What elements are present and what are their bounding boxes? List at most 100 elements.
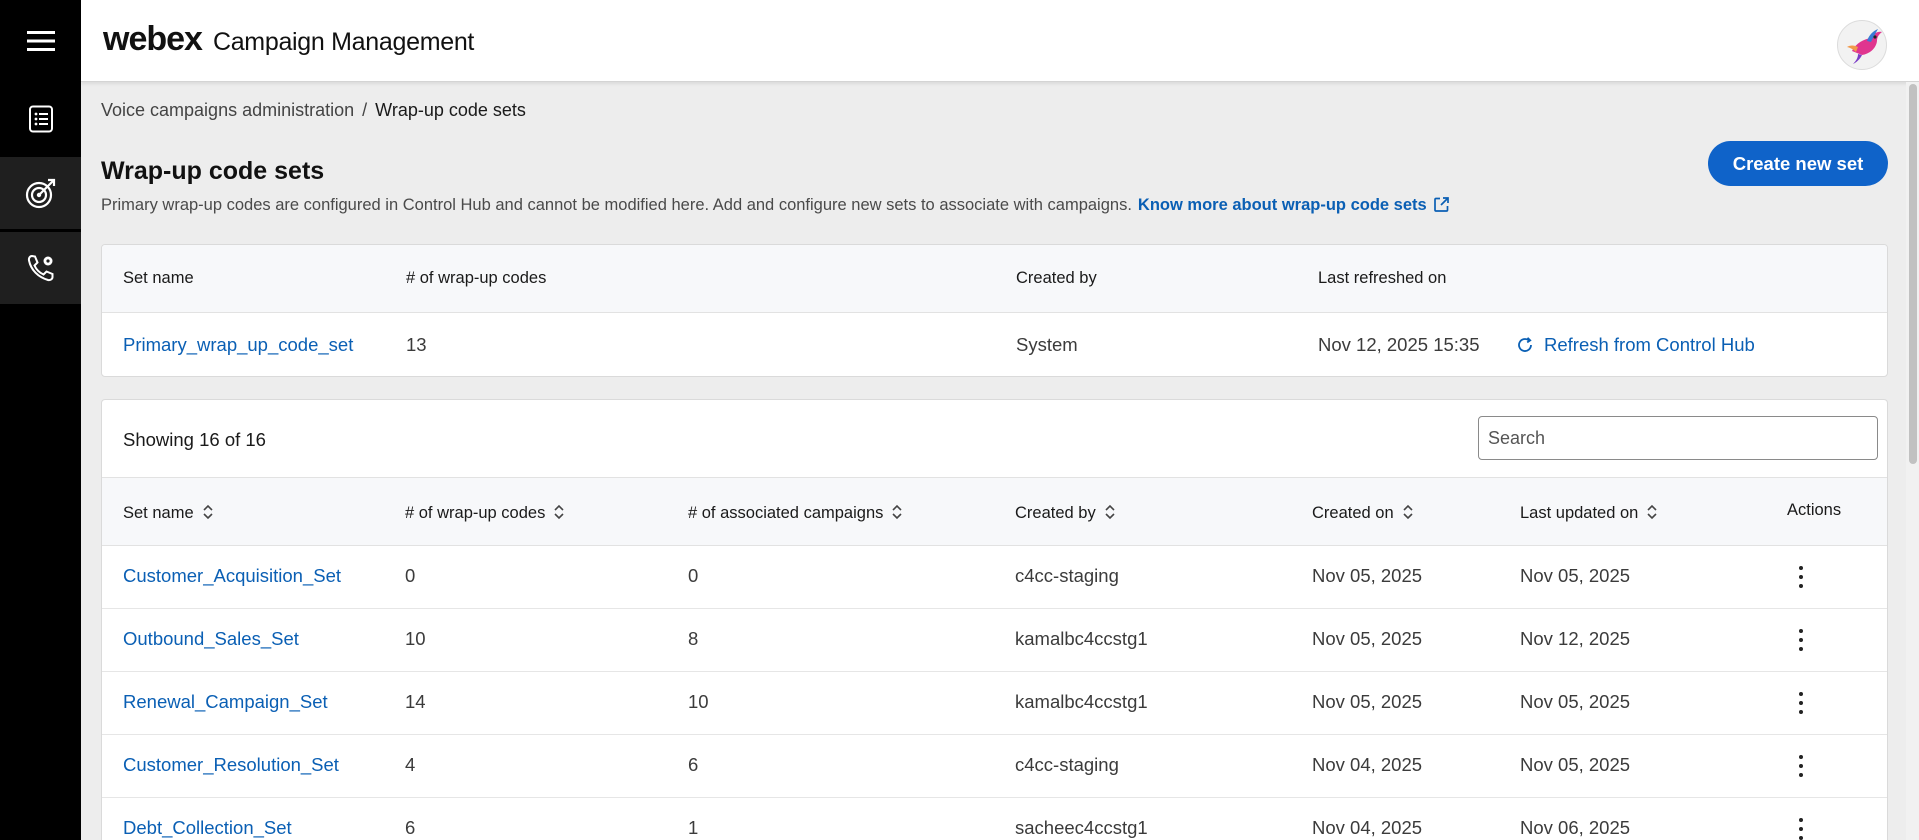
target-icon (25, 178, 55, 209)
know-more-link[interactable]: Know more about wrap-up code sets (1138, 196, 1450, 214)
table-row: Outbound_Sales_Set 10 8 kamalbc4ccstg1 Nov 0… (102, 609, 1887, 672)
scrollbar-thumb[interactable] (1909, 84, 1917, 464)
primary-codes-count: 13 (406, 334, 427, 355)
phone-settings-icon (27, 254, 53, 282)
sort-icon (203, 504, 213, 520)
hamburger-menu-icon (26, 31, 55, 51)
col-created-by: Created by (1016, 269, 1097, 287)
refresh-label: Refresh from Control Hub (1544, 334, 1755, 355)
external-link-icon (1433, 197, 1449, 212)
sidebar-item-voice-admin[interactable] (0, 232, 81, 304)
created-by: sacheec4ccstg1 (1015, 817, 1148, 838)
table-row: Renewal_Campaign_Set 14 10 kamalbc4ccstg1 No… (102, 672, 1887, 735)
wrap-up-codes-count: 0 (405, 565, 416, 586)
col-created-by-sortable[interactable]: Created by (1015, 503, 1116, 523)
list-document-icon (28, 105, 53, 133)
last-updated-on: Nov 05, 2025 (1520, 565, 1631, 586)
search-input[interactable] (1478, 416, 1878, 460)
hamburger-menu-button[interactable] (0, 5, 81, 77)
create-new-set-button[interactable]: Create new set (1708, 141, 1888, 186)
refresh-from-control-hub-button[interactable]: Refresh from Control Hub (1516, 334, 1755, 356)
sort-icon (554, 504, 564, 520)
kebab-dot-icon (1799, 647, 1803, 651)
created-by: kamalbc4ccstg1 (1015, 628, 1148, 649)
col-created-on-label: Created on (1312, 504, 1394, 522)
col-last-refreshed: Last refreshed on (1318, 269, 1447, 287)
kebab-dot-icon (1799, 836, 1803, 840)
created-on: Nov 04, 2025 (1312, 817, 1423, 838)
row-actions-menu-button[interactable] (1789, 813, 1813, 840)
col-wrap-up-codes-label: # of wrap-up codes (405, 504, 546, 522)
associated-campaigns-count: 0 (688, 565, 699, 586)
page-description: Primary wrap-up codes are configured in … (101, 196, 1450, 215)
row-actions-menu-button[interactable] (1789, 561, 1813, 593)
kebab-dot-icon (1799, 584, 1803, 588)
kebab-dot-icon (1799, 764, 1803, 768)
page-title: Wrap-up code sets (101, 157, 325, 185)
col-wrap-up-codes: # of wrap-up codes (406, 269, 547, 287)
sort-icon (1647, 504, 1657, 520)
set-name-link[interactable]: Customer_Acquisition_Set (123, 565, 341, 587)
avatar[interactable] (1837, 20, 1887, 70)
col-wrap-up-codes-sortable[interactable]: # of wrap-up codes (405, 503, 565, 523)
row-actions-menu-button[interactable] (1789, 687, 1813, 719)
table-row: Primary_wrap_up_code_set 13 System Nov 1… (102, 313, 1887, 376)
kebab-dot-icon (1799, 638, 1803, 642)
row-actions-menu-button[interactable] (1789, 750, 1813, 782)
know-more-link-label: Know more about wrap-up code sets (1137, 196, 1427, 214)
primary-set-table: Set name # of wrap-up codes Created by L… (101, 244, 1888, 377)
sidebar-item-targets[interactable] (0, 157, 81, 229)
product-name: Campaign Management (212, 28, 475, 56)
created-by: c4cc-staging (1015, 754, 1119, 775)
created-on: Nov 05, 2025 (1312, 691, 1423, 712)
col-last-updated-label: Last updated on (1520, 504, 1639, 522)
col-actions: Actions (1787, 501, 1842, 519)
kebab-dot-icon (1799, 710, 1803, 714)
breadcrumb-parent-link[interactable]: Voice campaigns administration (101, 100, 354, 120)
breadcrumb-current: Wrap-up code sets (375, 100, 526, 120)
bird-logo-icon (1847, 29, 1882, 64)
sort-icon (892, 504, 902, 520)
col-last-updated-sortable[interactable]: Last updated on (1520, 503, 1658, 523)
created-by: c4cc-staging (1015, 565, 1119, 586)
sort-icon (1403, 504, 1413, 520)
created-on: Nov 05, 2025 (1312, 628, 1423, 649)
breadcrumb: Voice campaigns administration / Wrap-up c… (101, 100, 526, 121)
sidebar (0, 0, 81, 840)
row-actions-menu-button[interactable] (1789, 624, 1813, 656)
associated-campaigns-count: 6 (688, 754, 699, 775)
primary-set-name-link[interactable]: Primary_wrap_up_code_set (123, 334, 353, 356)
created-on: Nov 04, 2025 (1312, 754, 1423, 775)
set-name-link[interactable]: Renewal_Campaign_Set (123, 691, 328, 713)
kebab-dot-icon (1799, 818, 1803, 822)
col-created-on-sortable[interactable]: Created on (1312, 503, 1414, 523)
brand: webex Campaign Management (103, 20, 474, 59)
last-updated-on: Nov 05, 2025 (1520, 754, 1631, 775)
wrap-up-codes-count: 10 (405, 628, 426, 649)
scrollbar[interactable] (1906, 82, 1919, 840)
primary-table-header: Set name # of wrap-up codes Created by L… (102, 245, 1887, 313)
refresh-icon (1518, 337, 1532, 352)
col-set-name-sortable[interactable]: Set name (123, 503, 214, 523)
wrap-up-codes-count: 6 (405, 817, 416, 838)
breadcrumb-separator: / (362, 100, 368, 120)
last-updated-on: Nov 12, 2025 (1520, 628, 1631, 649)
kebab-dot-icon (1799, 773, 1803, 777)
last-updated-on: Nov 05, 2025 (1520, 691, 1631, 712)
col-created-by-label: Created by (1015, 504, 1096, 522)
kebab-dot-icon (1799, 827, 1803, 831)
col-set-name-label: Set name (123, 504, 194, 522)
created-by: kamalbc4ccstg1 (1015, 691, 1148, 712)
wrap-up-codes-count: 14 (405, 691, 426, 712)
sidebar-item-campaigns[interactable] (0, 83, 81, 155)
kebab-dot-icon (1799, 566, 1803, 570)
set-name-link[interactable]: Outbound_Sales_Set (123, 628, 299, 650)
set-name-link[interactable]: Customer_Resolution_Set (123, 754, 339, 776)
set-name-link[interactable]: Debt_Collection_Set (123, 817, 292, 839)
col-associated-campaigns-sortable[interactable]: # of associated campaigns (688, 503, 903, 523)
page-description-text: Primary wrap-up codes are configured in … (101, 196, 1132, 214)
showing-count: Showing 16 of 16 (123, 429, 266, 450)
created-on: Nov 05, 2025 (1312, 565, 1423, 586)
table-row: Customer_Acquisition_Set 0 0 c4cc-staging No… (102, 546, 1887, 609)
associated-campaigns-count: 8 (688, 628, 699, 649)
